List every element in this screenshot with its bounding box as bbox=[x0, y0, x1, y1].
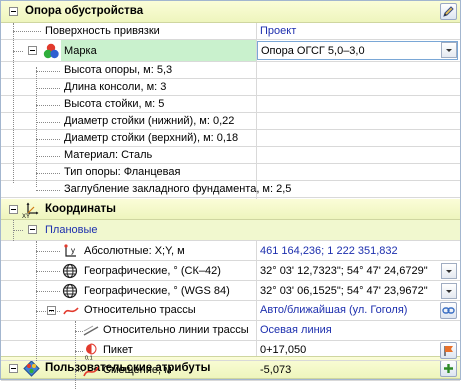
edit-button[interactable] bbox=[440, 3, 457, 20]
prop-label: Географические, ° (WGS 84) bbox=[84, 285, 230, 297]
chevron-down-icon[interactable] bbox=[441, 42, 457, 58]
collapse-toggle[interactable] bbox=[9, 7, 18, 16]
prop-value[interactable]: Осевая линия bbox=[260, 324, 332, 336]
line-offset-icon bbox=[83, 325, 99, 336]
prop-value[interactable]: 32° 03' 06,1525"; 54° 47' 23,9672" bbox=[260, 285, 428, 297]
prop-relative-route[interactable]: Относительно трассы Авто/ближайшая (ул. Г… bbox=[1, 301, 460, 321]
svg-text:XY: XY bbox=[22, 214, 30, 219]
category-title: Опора обустройства bbox=[25, 5, 144, 17]
prop-support-type: Тип опоры: Фланцевая bbox=[1, 164, 460, 181]
prop-foundation-depth: Заглубление закладного фундамента, м: 2,… bbox=[1, 181, 460, 198]
flag-button[interactable] bbox=[440, 342, 457, 359]
prop-label: Марка bbox=[64, 45, 97, 57]
prop-value[interactable]: Проект bbox=[260, 25, 296, 37]
prop-value[interactable]: 461 164,236; 1 222 351,832 bbox=[260, 245, 398, 257]
prop-value[interactable]: 0+17,050 bbox=[260, 344, 306, 356]
prop-label: Тип опоры: Фланцевая bbox=[64, 166, 181, 178]
prop-geo-wgs84[interactable]: Географические, ° (WGS 84) 32° 03' 06,15… bbox=[1, 281, 460, 301]
picket-icon: 0,1 bbox=[85, 343, 97, 361]
prop-label: Поверхность привязки bbox=[45, 25, 160, 37]
prop-label: Высота стойки, м: 5 bbox=[64, 98, 165, 110]
prop-height: Высота опоры, м: 5,3 bbox=[1, 62, 460, 79]
prop-value[interactable]: Авто/ближайшая (ул. Гоголя) bbox=[260, 304, 407, 316]
prop-offset[interactable]: Смещение, м -5,073 bbox=[1, 361, 460, 381]
link-button[interactable] bbox=[440, 302, 457, 319]
prop-absolute[interactable]: y Абсолютные: X;Y, м 461 164,236; 1 222 … bbox=[1, 241, 460, 261]
offset-curve-icon bbox=[83, 366, 99, 377]
svg-text:0,1: 0,1 bbox=[85, 356, 93, 361]
prop-label: Материал: Сталь bbox=[64, 149, 153, 161]
prop-label: Географические, ° (СК–42) bbox=[84, 265, 221, 277]
prop-value[interactable]: 32° 03' 12,7323"; 54° 47' 24,6729" bbox=[260, 265, 428, 277]
property-grid: Опора обустройства Поверхность привязки … bbox=[0, 0, 461, 389]
pencil-icon bbox=[443, 6, 454, 17]
category-title: Координаты bbox=[45, 203, 116, 215]
category-coordinates[interactable]: XY Координаты bbox=[1, 199, 460, 220]
mark-select-value: Опора ОГСГ 5,0–3,0 bbox=[261, 45, 365, 57]
globe-icon bbox=[62, 263, 78, 279]
prop-geo-sk42[interactable]: Географические, ° (СК–42) 32° 03' 12,732… bbox=[1, 261, 460, 281]
axes-icon: XY bbox=[22, 202, 39, 219]
group-planar[interactable]: Плановые bbox=[1, 220, 460, 241]
prop-binding-surface[interactable]: Поверхность привязки Проект bbox=[1, 23, 460, 40]
prop-relative-line[interactable]: Относительно линии трассы Осевая линия bbox=[1, 321, 460, 341]
mark-select[interactable]: Опора ОГСГ 5,0–3,0 bbox=[257, 41, 458, 60]
collapse-toggle[interactable] bbox=[28, 225, 37, 234]
prop-label: Заглубление закладного фундамента, м: 2,… bbox=[64, 183, 292, 195]
prop-label: Длина консоли, м: 3 bbox=[64, 81, 167, 93]
collapse-toggle[interactable] bbox=[9, 205, 18, 214]
flag-icon bbox=[444, 346, 453, 356]
chevron-down-icon[interactable] bbox=[441, 263, 457, 279]
prop-console-length: Длина консоли, м: 3 bbox=[1, 79, 460, 96]
prop-label: Абсолютные: X;Y, м bbox=[84, 245, 185, 257]
prop-rack-height: Высота стойки, м: 5 bbox=[1, 96, 460, 113]
link-icon bbox=[442, 307, 455, 314]
prop-label: Смещение, м bbox=[103, 364, 172, 376]
collapse-toggle[interactable] bbox=[28, 46, 37, 55]
globe-icon bbox=[62, 283, 78, 299]
prop-material: Материал: Сталь bbox=[1, 147, 460, 164]
mark-shapes-icon bbox=[43, 43, 59, 59]
chevron-down-icon[interactable] bbox=[441, 283, 457, 299]
route-curve-icon bbox=[63, 307, 79, 315]
prop-label: Относительно трассы bbox=[84, 304, 196, 316]
prop-label: Относительно линии трассы bbox=[103, 324, 249, 336]
prop-label: Высота опоры, м: 5,3 bbox=[64, 64, 173, 76]
group-label: Плановые bbox=[45, 224, 98, 236]
category-support[interactable]: Опора обустройства bbox=[1, 1, 460, 23]
xy-point-icon: y bbox=[64, 244, 76, 257]
prop-mark[interactable]: Марка Опора ОГСГ 5,0–3,0 bbox=[1, 40, 460, 62]
prop-picket[interactable]: 0,1 Пикет 0+17,050 bbox=[1, 341, 460, 361]
prop-diameter-top: Диаметр стойки (верхний), м: 0,18 bbox=[1, 130, 460, 147]
prop-value[interactable]: -5,073 bbox=[260, 364, 291, 376]
svg-text:y: y bbox=[71, 246, 75, 255]
prop-diameter-bottom: Диаметр стойки (нижний), м: 0,22 bbox=[1, 113, 460, 130]
prop-label: Диаметр стойки (нижний), м: 0,22 bbox=[64, 115, 235, 127]
prop-label: Диаметр стойки (верхний), м: 0,18 bbox=[64, 132, 239, 144]
prop-label: Пикет bbox=[103, 344, 133, 356]
